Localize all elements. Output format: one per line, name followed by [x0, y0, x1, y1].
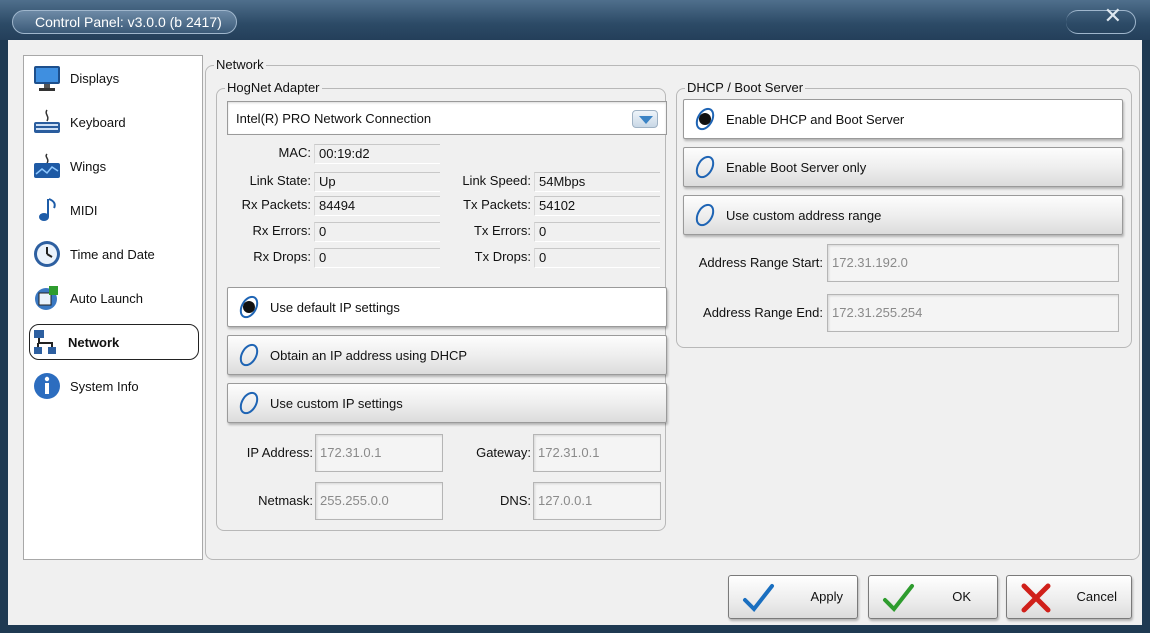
- netmask-label: Netmask:: [258, 493, 313, 508]
- dhcp-boot-server-label: DHCP / Boot Server: [685, 80, 806, 95]
- keyboard-icon: [32, 107, 62, 137]
- address-range-start-label: Address Range Start:: [698, 255, 823, 270]
- radio-use-default-ip[interactable]: Use default IP settings: [227, 287, 667, 327]
- gateway-field[interactable]: 172.31.0.1: [533, 434, 661, 472]
- close-button-frame: [1066, 10, 1136, 34]
- rx-errors-value: 0: [314, 222, 440, 242]
- checkmark-icon: [743, 584, 774, 613]
- apply-button[interactable]: Apply: [728, 575, 858, 619]
- dhcp-boot-server-group: DHCP / Boot Server Enable DHCP and Boot …: [676, 81, 1132, 348]
- ok-button[interactable]: OK: [868, 575, 998, 619]
- address-range-start-field[interactable]: 172.31.192.0: [827, 244, 1119, 282]
- sidebar: Displays Keyboard Wings MIDI Time and Da…: [23, 55, 203, 560]
- sidebar-item-label: Time and Date: [70, 246, 155, 262]
- radio-label: Obtain an IP address using DHCP: [270, 347, 468, 363]
- sidebar-item-midi[interactable]: MIDI: [32, 192, 196, 228]
- netmask-field[interactable]: 255.255.0.0: [315, 482, 443, 520]
- radio-unselected-icon: [239, 343, 259, 367]
- dns-field[interactable]: 127.0.0.1: [533, 482, 661, 520]
- rx-drops-value: 0: [314, 248, 440, 268]
- auto-launch-icon: [32, 283, 62, 313]
- radio-selected-icon: [695, 107, 715, 131]
- tx-packets-label: Tx Packets:: [463, 197, 531, 212]
- hognet-adapter-label: HogNet Adapter: [225, 80, 322, 95]
- network-group: Network HogNet Adapter Intel(R) PRO Netw…: [205, 58, 1140, 560]
- network-icon: [30, 327, 60, 357]
- close-icon[interactable]: ✕: [1104, 5, 1122, 27]
- sidebar-item-auto-launch[interactable]: Auto Launch: [32, 280, 196, 316]
- hognet-adapter-group: HogNet Adapter Intel(R) PRO Network Conn…: [216, 81, 667, 531]
- radio-unselected-icon: [239, 391, 259, 415]
- sidebar-item-label: Wings: [70, 158, 107, 174]
- sidebar-item-displays[interactable]: Displays: [32, 60, 196, 96]
- chevron-down-icon[interactable]: [632, 110, 658, 128]
- tx-drops-label: Tx Drops:: [474, 249, 531, 264]
- radio-enable-dhcp-boot[interactable]: Enable DHCP and Boot Server: [683, 99, 1123, 139]
- info-icon: [32, 371, 62, 401]
- link-state-label: Link State:: [249, 173, 311, 188]
- cancel-button[interactable]: Cancel: [1006, 575, 1132, 619]
- ip-address-field[interactable]: 172.31.0.1: [315, 434, 443, 472]
- sidebar-item-network[interactable]: Network: [29, 324, 199, 360]
- sidebar-item-label: Displays: [70, 70, 120, 86]
- monitor-icon: [32, 63, 62, 93]
- radio-obtain-dhcp[interactable]: Obtain an IP address using DHCP: [227, 335, 667, 375]
- link-state-value: Up: [314, 172, 440, 192]
- radio-custom-address-range[interactable]: Use custom address range: [683, 195, 1123, 235]
- tx-errors-value: 0: [534, 222, 660, 242]
- ip-address-label: IP Address:: [246, 445, 313, 460]
- rx-packets-value: 84494: [314, 196, 440, 216]
- cancel-label: Cancel: [1076, 589, 1117, 604]
- gateway-label: Gateway:: [476, 445, 531, 460]
- sidebar-item-keyboard[interactable]: Keyboard: [32, 104, 196, 140]
- adapter-select-value: Intel(R) PRO Network Connection: [236, 110, 432, 126]
- rx-errors-label: Rx Errors:: [252, 223, 312, 238]
- rx-packets-label: Rx Packets:: [241, 197, 311, 212]
- music-note-icon: [32, 195, 62, 225]
- rx-drops-label: Rx Drops:: [253, 249, 311, 264]
- mac-label: MAC:: [278, 145, 312, 160]
- radio-enable-boot-only[interactable]: Enable Boot Server only: [683, 147, 1123, 187]
- radio-label: Enable DHCP and Boot Server: [726, 111, 905, 127]
- radio-unselected-icon: [695, 203, 715, 227]
- sidebar-item-label: Network: [68, 334, 120, 350]
- radio-label: Use custom IP settings: [270, 395, 403, 411]
- network-group-label: Network: [214, 57, 266, 72]
- window-title: Control Panel: v3.0.0 (b 2417): [12, 10, 237, 34]
- adapter-select[interactable]: Intel(R) PRO Network Connection: [227, 101, 667, 135]
- radio-label: Use default IP settings: [270, 299, 400, 315]
- radio-label: Use custom address range: [726, 207, 882, 223]
- radio-use-custom-ip[interactable]: Use custom IP settings: [227, 383, 667, 423]
- sidebar-item-label: MIDI: [70, 202, 98, 218]
- radio-unselected-icon: [695, 155, 715, 179]
- ok-label: OK: [952, 589, 971, 604]
- address-range-end-field[interactable]: 172.31.255.254: [827, 294, 1119, 332]
- link-speed-label: Link Speed:: [462, 173, 531, 188]
- link-speed-value: 54Mbps: [534, 172, 660, 192]
- tx-packets-value: 54102: [534, 196, 660, 216]
- client-area: Displays Keyboard Wings MIDI Time and Da…: [8, 40, 1142, 625]
- dns-label: DNS:: [499, 493, 531, 508]
- sidebar-item-label: Keyboard: [70, 114, 126, 130]
- wing-icon: [32, 151, 62, 181]
- title-bar[interactable]: Control Panel: v3.0.0 (b 2417) ✕: [0, 0, 1150, 40]
- sidebar-item-time-and-date[interactable]: Time and Date: [32, 236, 196, 272]
- apply-label: Apply: [810, 589, 843, 604]
- tx-errors-label: Tx Errors:: [473, 223, 531, 238]
- clock-icon: [32, 239, 62, 269]
- checkmark-icon: [883, 584, 914, 613]
- sidebar-item-wings[interactable]: Wings: [32, 148, 196, 184]
- control-panel-window: Control Panel: v3.0.0 (b 2417) ✕ Display…: [0, 0, 1150, 633]
- radio-label: Enable Boot Server only: [726, 159, 867, 175]
- tx-drops-value: 0: [534, 248, 660, 268]
- sidebar-item-label: System Info: [70, 378, 139, 394]
- mac-value: 00:19:d2: [314, 144, 440, 164]
- cancel-x-icon: [1021, 583, 1051, 613]
- sidebar-item-system-info[interactable]: System Info: [32, 368, 196, 404]
- sidebar-item-label: Auto Launch: [70, 290, 144, 306]
- radio-selected-icon: [239, 295, 259, 319]
- address-range-end-label: Address Range End:: [703, 305, 823, 320]
